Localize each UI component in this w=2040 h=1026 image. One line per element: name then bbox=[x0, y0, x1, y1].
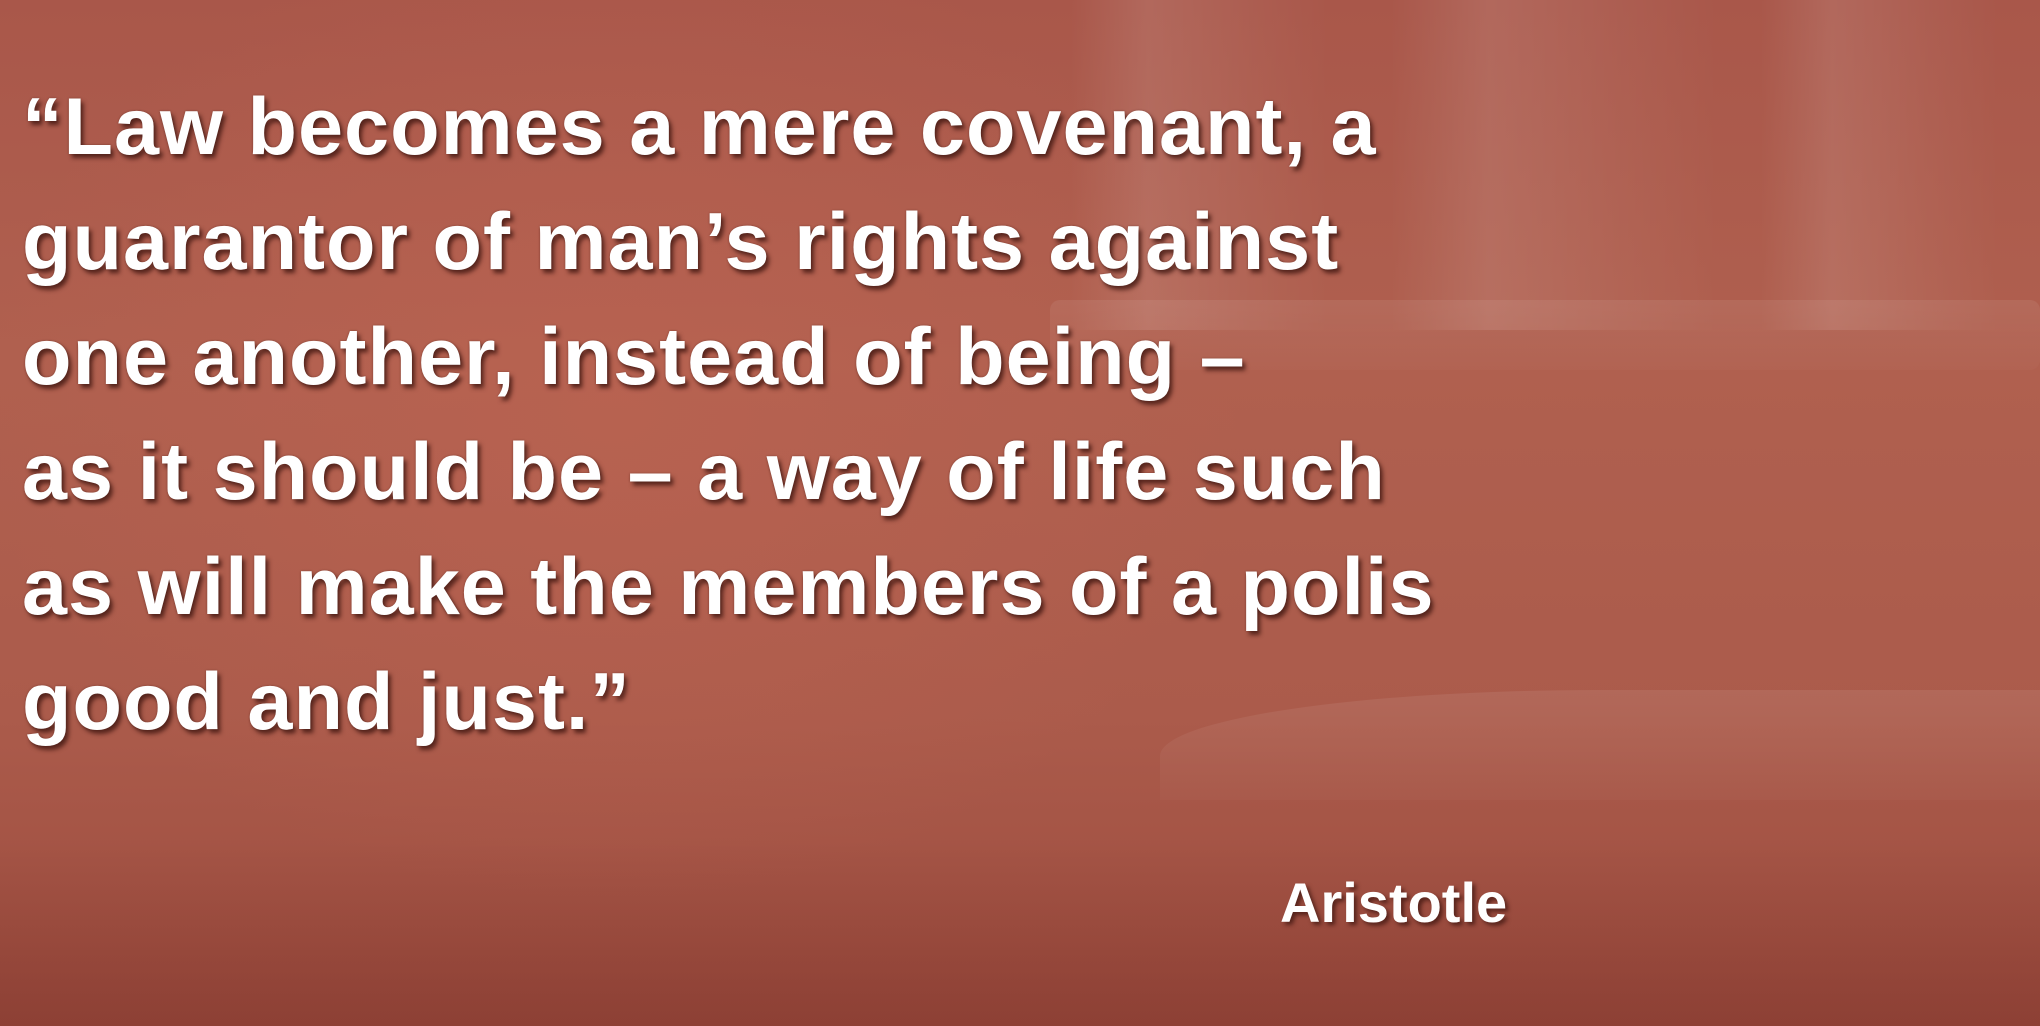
background-steps bbox=[0, 840, 2040, 1026]
quote-line: as will make the members of a polis bbox=[22, 542, 1435, 632]
quote-line: “Law becomes a mere covenant, a bbox=[22, 82, 1377, 172]
quote-line: one another, instead of being – bbox=[22, 312, 1246, 402]
quote-line: as it should be – a way of life such bbox=[22, 427, 1386, 517]
quote-attribution: Aristotle bbox=[1280, 871, 1508, 934]
quote-line: good and just.” bbox=[22, 657, 631, 747]
quote-text: “Law becomes a mere covenant, a guaranto… bbox=[22, 70, 2022, 760]
quote-slide: “Law becomes a mere covenant, a guaranto… bbox=[0, 0, 2040, 1026]
quote-line: guarantor of man’s rights against bbox=[22, 197, 1340, 287]
